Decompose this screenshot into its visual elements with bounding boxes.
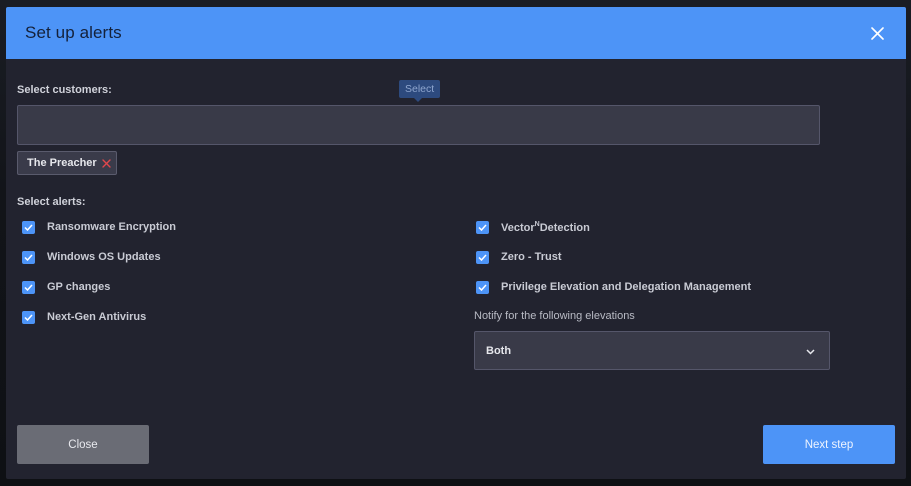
setup-alerts-dialog: Set up alerts Select customers: Select T… <box>6 7 906 479</box>
checkbox-checked[interactable] <box>476 220 489 234</box>
alert-label-part: Detection <box>539 221 590 234</box>
elevations-selected-value: Both <box>486 344 512 357</box>
checkbox-checked[interactable] <box>22 310 35 324</box>
checkbox-checked[interactable] <box>22 250 35 264</box>
elevations-select[interactable]: Both <box>474 331 830 370</box>
alert-option[interactable]: Zero - Trust <box>476 249 562 265</box>
alert-option[interactable]: GP changes <box>22 279 110 295</box>
chevron-down-icon <box>806 342 815 360</box>
alert-option[interactable]: Next-Gen Antivirus <box>22 309 146 325</box>
checkbox-checked[interactable] <box>22 280 35 294</box>
close-button[interactable]: Close <box>17 425 149 464</box>
select-alerts-label: Select alerts: <box>17 196 86 208</box>
checkbox-checked[interactable] <box>22 220 35 234</box>
select-customers-label: Select customers: <box>17 84 112 96</box>
customers-input[interactable] <box>17 105 820 145</box>
alert-option[interactable]: Ransomware Encryption <box>22 219 176 235</box>
alert-label-part: Vector <box>501 221 535 234</box>
alert-option[interactable]: VectorNDetection <box>476 219 590 235</box>
select-tooltip: Select <box>399 80 441 102</box>
alert-label: Ransomware Encryption <box>47 221 176 233</box>
checkbox-checked[interactable] <box>476 250 489 264</box>
alert-label: GP changes <box>47 281 111 293</box>
customer-chip: The Preacher <box>17 151 117 175</box>
alert-option[interactable]: Privilege Elevation and Delegation Manag… <box>476 279 751 295</box>
alert-label: Next-Gen Antivirus <box>47 311 147 323</box>
alert-option[interactable]: Windows OS Updates <box>22 249 161 265</box>
customer-chip-label: The Preacher <box>27 157 97 169</box>
elevations-label: Notify for the following elevations <box>474 310 635 322</box>
alert-label: Zero - Trust <box>501 251 562 263</box>
checkbox-checked[interactable] <box>476 280 489 294</box>
dialog-header: Set up alerts <box>6 7 906 59</box>
alert-label: Windows OS Updates <box>47 251 161 263</box>
close-icon[interactable] <box>102 158 111 168</box>
alert-label: Privilege Elevation and Delegation Manag… <box>501 281 752 293</box>
dialog-title: Set up alerts <box>25 23 122 42</box>
next-step-button[interactable]: Next step <box>763 425 895 464</box>
alert-label: VectorNDetection <box>501 221 590 234</box>
close-icon[interactable] <box>866 22 888 44</box>
